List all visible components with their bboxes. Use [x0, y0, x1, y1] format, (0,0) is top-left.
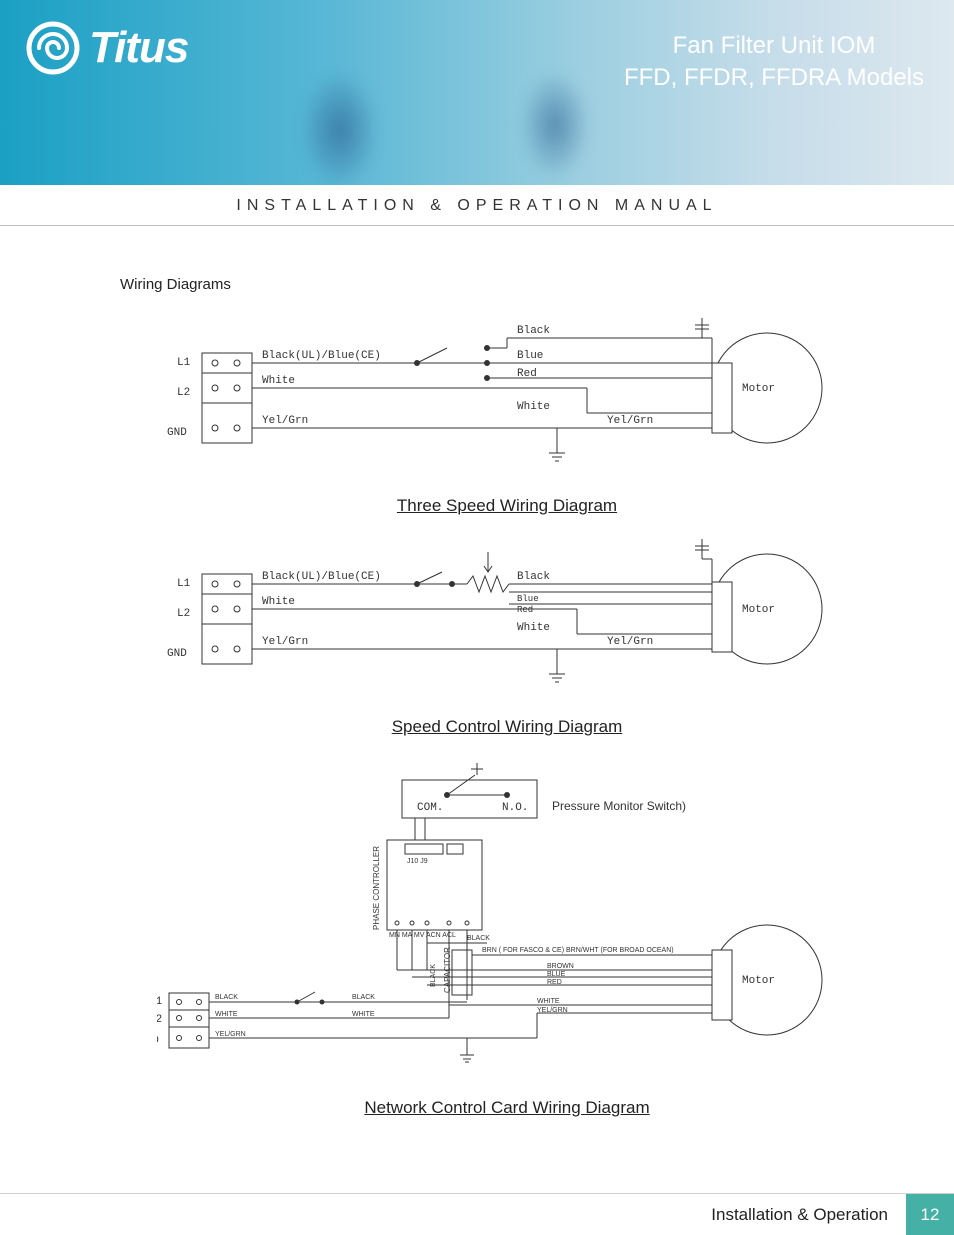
m-brown: BROWN — [547, 963, 574, 970]
section-heading: Wiring Diagrams — [120, 276, 894, 293]
wire-red-2: Red — [517, 605, 533, 615]
controller-jtop: J10 J9 — [407, 858, 428, 865]
header-line-2: FFD, FFDR, FFDRA Models — [624, 64, 924, 92]
term-l1-2: L1 — [177, 578, 191, 590]
tw-mwhite: WHITE — [352, 1011, 375, 1018]
term-gnd-3: GND — [157, 1035, 159, 1047]
footer-label: Installation & Operation — [693, 1194, 906, 1235]
brand-logo: Titus — [25, 20, 188, 76]
m-red: RED — [547, 979, 562, 986]
m-blue: BLUE — [547, 971, 566, 978]
term-l2-3: L2 — [157, 1014, 162, 1026]
motor-label-2: Motor — [742, 604, 775, 616]
wire-white-2: White — [517, 622, 550, 634]
wire-blue: Blue — [517, 350, 543, 362]
subtitle-bar: INSTALLATION & OPERATION MANUAL — [0, 185, 954, 226]
cap-top: BLACK — [467, 935, 490, 942]
caption-three-speed: Three Speed Wiring Diagram — [397, 496, 617, 516]
controller-pins: MN MA MV ACN ACL — [389, 932, 456, 939]
term-l2: L2 — [177, 387, 190, 399]
tw-gnd: YEL/GRN — [215, 1031, 246, 1038]
wire-white: White — [517, 401, 550, 413]
wire-gnd-2: Yel/Grn — [262, 636, 308, 648]
wire-gnd-label: Yel/Grn — [262, 415, 308, 427]
term-l1: L1 — [177, 357, 191, 369]
switch-note: Pressure Monitor Switch) — [552, 799, 686, 813]
brand-name: Titus — [89, 23, 188, 73]
term-l1-3: L1 — [157, 996, 163, 1008]
tw-l2: WHITE — [215, 1011, 238, 1018]
cap-side: BLACK — [430, 964, 437, 987]
tw-l1: BLACK — [215, 994, 238, 1001]
brn-note: BRN ( FOR FASCO & CE) BRN/WHT (FOR BROAD… — [482, 947, 674, 954]
footer-page-number: 12 — [906, 1194, 954, 1235]
term-gnd: GND — [167, 427, 187, 439]
motor-label-3: Motor — [742, 975, 775, 987]
caption-speed-control: Speed Control Wiring Diagram — [392, 717, 623, 737]
switch-com: COM. — [417, 802, 443, 814]
header-banner: Titus Fan Filter Unit IOM FFD, FFDR, FFD… — [0, 0, 954, 185]
wire-yelgrn: Yel/Grn — [607, 415, 653, 427]
wire-red: Red — [517, 368, 537, 380]
wire-yelgrn-2: Yel/Grn — [607, 636, 653, 648]
diagram-three-speed: L1 L2 GND Black(UL)/Blue(CE) White — [120, 313, 894, 534]
m-yelgrn: YEL/GRN — [537, 1007, 568, 1014]
wire-l1-label: Black(UL)/Blue(CE) — [262, 350, 381, 362]
wire-l2-2: White — [262, 596, 295, 608]
diagram-speed-control: L1 L2 GND Black(UL)/Blue(CE) White — [120, 534, 894, 755]
diagram-network-control: COM. N.O. Pressure Monitor Switch) PHASE… — [120, 755, 894, 1136]
wire-l2-label: White — [262, 375, 295, 387]
content-area: Wiring Diagrams L1 L2 GND Black(UL)/Blue… — [0, 226, 954, 1136]
switch-no: N.O. — [502, 802, 528, 814]
header-titles: Fan Filter Unit IOM FFD, FFDR, FFDRA Mod… — [624, 32, 924, 92]
wire-black: Black — [517, 325, 550, 337]
page-footer: Installation & Operation 12 — [0, 1193, 954, 1235]
tw-mblack: BLACK — [352, 994, 375, 1001]
motor-label: Motor — [742, 383, 775, 395]
term-gnd-2: GND — [167, 648, 187, 660]
controller-label: PHASE CONTROLLER — [372, 846, 381, 930]
m-white: WHITE — [537, 998, 560, 1005]
term-l2-2: L2 — [177, 608, 190, 620]
wire-l1-2: Black(UL)/Blue(CE) — [262, 571, 381, 583]
wire-blue-2: Blue — [517, 594, 539, 604]
swirl-icon — [25, 20, 81, 76]
wire-black-2: Black — [517, 571, 550, 583]
caption-network-control: Network Control Card Wiring Diagram — [364, 1098, 649, 1118]
header-line-1: Fan Filter Unit IOM — [624, 32, 924, 60]
